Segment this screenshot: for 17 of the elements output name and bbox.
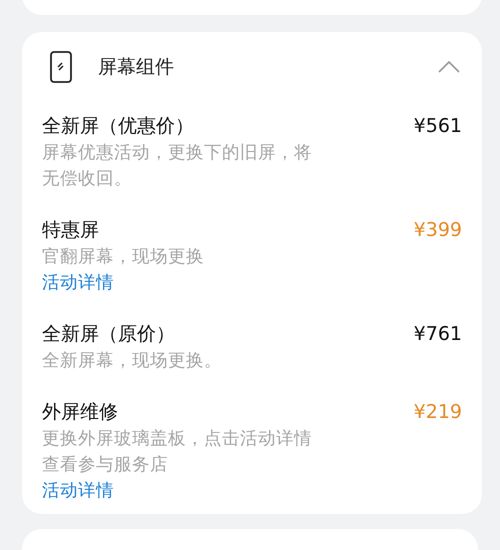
details-link[interactable]: 活动详情 [42,270,114,296]
item-name: 特惠屏 [42,218,99,243]
price: ¥761 [414,322,462,347]
item-name: 全新屏（优惠价） [42,114,194,139]
price: ¥219 [414,400,462,425]
price: ¥561 [414,114,462,139]
item-description: 屏幕优惠活动，更换下的旧屏，将无偿收回。 [42,142,313,191]
item-name: 全新屏（原价） [42,322,175,347]
details-link[interactable]: 活动详情 [42,478,114,504]
item-description: 全新屏幕，现场更换。 [42,350,223,373]
section-title: 屏幕组件 [98,55,175,80]
price: ¥399 [414,218,462,243]
phone-icon [50,51,72,83]
item-name: 外屏维修 [42,400,118,425]
item-description: 更换外屏玻璃盖板，点击活动详情查看参与服务店 [42,428,313,477]
item-description: 官翻屏幕，现场更换 [42,246,205,269]
chevron-icon[interactable] [438,61,460,73]
